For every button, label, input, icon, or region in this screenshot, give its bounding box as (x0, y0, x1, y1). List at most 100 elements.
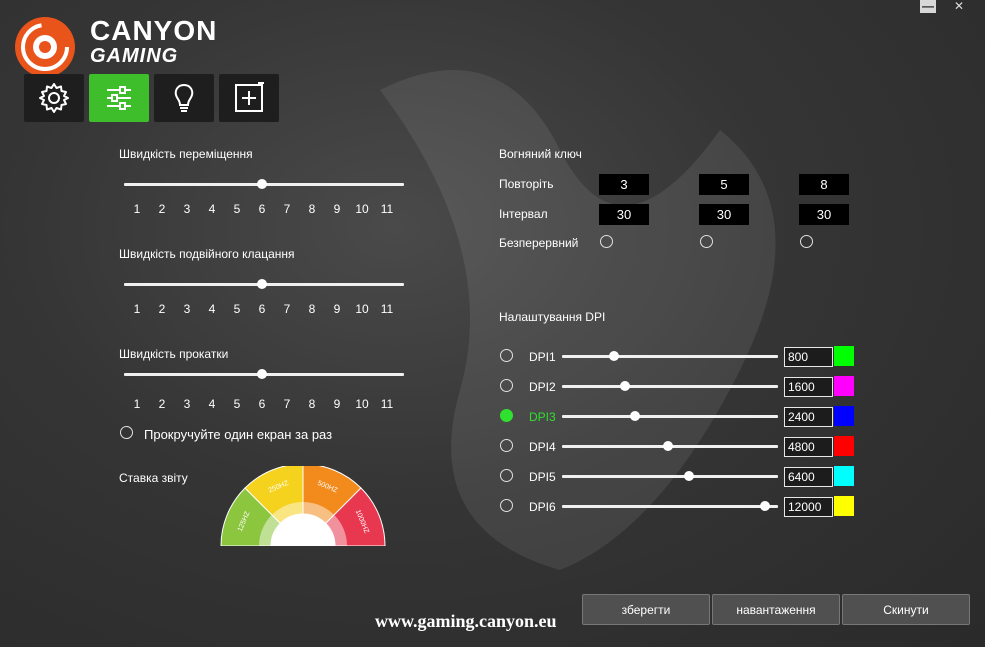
dpi-select-radio[interactable] (500, 379, 513, 392)
tab-performance[interactable] (89, 74, 149, 122)
brand-name: CANYON (90, 15, 218, 46)
scroll-one-screen-radio[interactable] (120, 426, 133, 439)
dpi-label: DPI5 (529, 470, 556, 484)
tab-lighting[interactable] (154, 74, 214, 122)
continuous-label: Безперервний (499, 236, 579, 250)
slider-tick-label: 3 (183, 202, 191, 216)
double-click-speed-thumb[interactable] (257, 279, 267, 289)
slider-tick-label: 4 (208, 397, 216, 411)
dpi-slider-track[interactable] (562, 415, 778, 418)
slider-tick-label: 11 (380, 302, 394, 316)
scroll-speed-label: Швидкість прокатки (119, 347, 229, 361)
dpi-value-input[interactable]: 1600 (784, 377, 833, 397)
dpi-color-swatch[interactable] (834, 436, 854, 456)
tab-settings[interactable] (24, 74, 84, 122)
repeat-input-3[interactable]: 8 (799, 174, 849, 195)
brand-subtitle: GAMING (90, 45, 179, 67)
dpi-color-swatch[interactable] (834, 496, 854, 516)
slider-tick-label: 8 (308, 302, 316, 316)
slider-tick-label: 6 (258, 302, 266, 316)
website-url: www.gaming.canyon.eu (375, 611, 557, 631)
report-rate-selector[interactable]: 125HZ250HZ 500HZ1000HZ (219, 466, 387, 546)
slider-tick-label: 6 (258, 397, 266, 411)
fire-key-title: Вогняний ключ (499, 147, 582, 161)
dpi-value-input[interactable]: 2400 (784, 407, 833, 427)
slider-tick-label: 1 (133, 397, 141, 411)
dpi-value-input[interactable]: 4800 (784, 437, 833, 457)
movement-speed-thumb[interactable] (257, 179, 267, 189)
dpi-label: DPI1 (529, 350, 556, 364)
reset-button[interactable]: Скинути (842, 594, 970, 625)
slider-tick-label: 3 (183, 302, 191, 316)
report-rate-label: Ставка звіту (119, 471, 188, 485)
dpi-color-swatch[interactable] (834, 346, 854, 366)
dpi-select-radio[interactable] (500, 469, 513, 482)
dpi-value-input[interactable]: 12000 (784, 497, 833, 517)
slider-tick-label: 10 (355, 397, 369, 411)
slider-tick-label: 11 (380, 397, 394, 411)
dpi-select-radio[interactable] (500, 499, 513, 512)
slider-tick-label: 3 (183, 397, 191, 411)
slider-tick-label: 9 (333, 202, 341, 216)
movement-speed-label: Швидкість переміщення (119, 147, 253, 161)
slider-tick-label: 7 (283, 302, 291, 316)
dpi-value-input[interactable]: 6400 (784, 467, 833, 487)
slider-tick-label: 5 (233, 302, 241, 316)
slider-tick-label: 11 (380, 202, 394, 216)
slider-tick-label: 8 (308, 202, 316, 216)
continuous-radio-3[interactable] (800, 235, 813, 248)
continuous-radio-2[interactable] (700, 235, 713, 248)
interval-input-3[interactable]: 30 (799, 204, 849, 225)
lightbulb-icon (174, 83, 194, 112)
dpi-value-input[interactable]: 800 (784, 347, 833, 367)
dpi-color-swatch[interactable] (834, 466, 854, 486)
slider-tick-label: 10 (355, 302, 369, 316)
dpi-slider-thumb[interactable] (608, 351, 619, 361)
slider-tick-label: 9 (333, 397, 341, 411)
dpi-select-radio[interactable] (500, 349, 513, 362)
macro-plus-icon (235, 82, 264, 112)
dpi-label: DPI3 (529, 410, 556, 424)
scroll-speed-thumb[interactable] (257, 369, 267, 379)
load-button[interactable]: навантаження (712, 594, 840, 625)
canyon-logo (14, 16, 76, 81)
slider-tick-label: 2 (158, 397, 166, 411)
slider-tick-label: 4 (208, 202, 216, 216)
repeat-label: Повторіть (499, 177, 554, 191)
double-click-speed-label: Швидкість подвійного клацання (119, 247, 295, 261)
save-button[interactable]: зберегти (582, 594, 710, 625)
dpi-label: DPI4 (529, 440, 556, 454)
interval-input-2[interactable]: 30 (699, 204, 749, 225)
dpi-settings-title: Налаштування DPI (499, 310, 606, 324)
slider-tick-label: 6 (258, 202, 266, 216)
slider-tick-label: 9 (333, 302, 341, 316)
dpi-slider-track[interactable] (562, 355, 778, 358)
scroll-one-screen-label: Прокручуйте один екран за раз (144, 427, 333, 442)
dpi-slider-thumb[interactable] (662, 441, 673, 451)
slider-tick-label: 7 (283, 397, 291, 411)
dpi-label: DPI2 (529, 380, 556, 394)
repeat-input-2[interactable]: 5 (699, 174, 749, 195)
slider-tick-label: 5 (233, 397, 241, 411)
gear-icon (39, 83, 69, 113)
dpi-slider-track[interactable] (562, 475, 778, 478)
continuous-radio-1[interactable] (600, 235, 613, 248)
slider-tick-label: 5 (233, 202, 241, 216)
dpi-slider-track[interactable] (562, 505, 778, 508)
repeat-input-1[interactable]: 3 (599, 174, 649, 195)
dpi-slider-thumb[interactable] (619, 381, 630, 391)
minimize-button[interactable]: — (920, 0, 936, 13)
dpi-select-radio[interactable] (500, 409, 513, 422)
slider-tick-label: 2 (158, 302, 166, 316)
tab-macro[interactable] (219, 74, 279, 122)
dpi-label: DPI6 (529, 500, 556, 514)
slider-tick-label: 1 (133, 302, 141, 316)
dpi-select-radio[interactable] (500, 439, 513, 452)
dpi-color-swatch[interactable] (834, 406, 854, 426)
dpi-slider-thumb[interactable] (760, 501, 770, 511)
slider-tick-label: 1 (133, 202, 141, 216)
interval-input-1[interactable]: 30 (599, 204, 649, 225)
dpi-color-swatch[interactable] (834, 376, 854, 396)
close-button[interactable]: ✕ (951, 0, 967, 13)
dpi-slider-track[interactable] (562, 385, 778, 388)
